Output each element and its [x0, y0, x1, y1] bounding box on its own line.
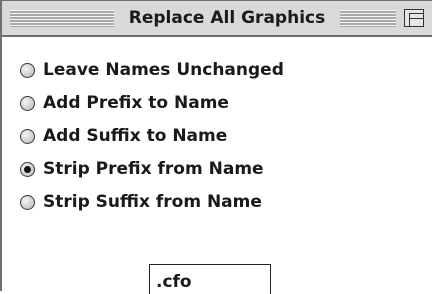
radio-label: Add Suffix to Name	[43, 126, 228, 146]
radio-add-suffix-to-name[interactable]: Add Suffix to Name	[20, 124, 227, 148]
title-bar-stripes-left	[10, 10, 114, 27]
radio-label: Add Prefix to Name	[43, 93, 229, 113]
zoom-box-icon[interactable]	[404, 9, 424, 27]
suffix-text-field[interactable]	[149, 264, 271, 294]
radio-label: Leave Names Unchanged	[43, 60, 284, 80]
dialog-content: Leave Names Unchanged Add Prefix to Name…	[2, 37, 432, 294]
radio-label: Strip Suffix from Name	[43, 192, 262, 212]
radio-strip-suffix-from-name[interactable]: Strip Suffix from Name	[20, 190, 262, 214]
radio-leave-names-unchanged[interactable]: Leave Names Unchanged	[20, 58, 284, 82]
replace-all-graphics-window: Replace All Graphics Leave Names Unchang…	[0, 0, 432, 294]
radio-add-prefix-to-name[interactable]: Add Prefix to Name	[20, 91, 229, 115]
radio-button-icon[interactable]	[20, 128, 35, 144]
radio-button-icon[interactable]	[20, 194, 35, 210]
title-bar-stripes-right	[340, 10, 396, 27]
radio-button-icon[interactable]	[20, 95, 35, 111]
radio-button-icon[interactable]	[20, 161, 35, 177]
title-bar[interactable]: Replace All Graphics	[2, 1, 432, 37]
radio-button-icon[interactable]	[20, 62, 35, 78]
window-title: Replace All Graphics	[114, 6, 340, 30]
radio-label: Strip Prefix from Name	[43, 159, 264, 179]
radio-strip-prefix-from-name[interactable]: Strip Prefix from Name	[20, 157, 264, 181]
